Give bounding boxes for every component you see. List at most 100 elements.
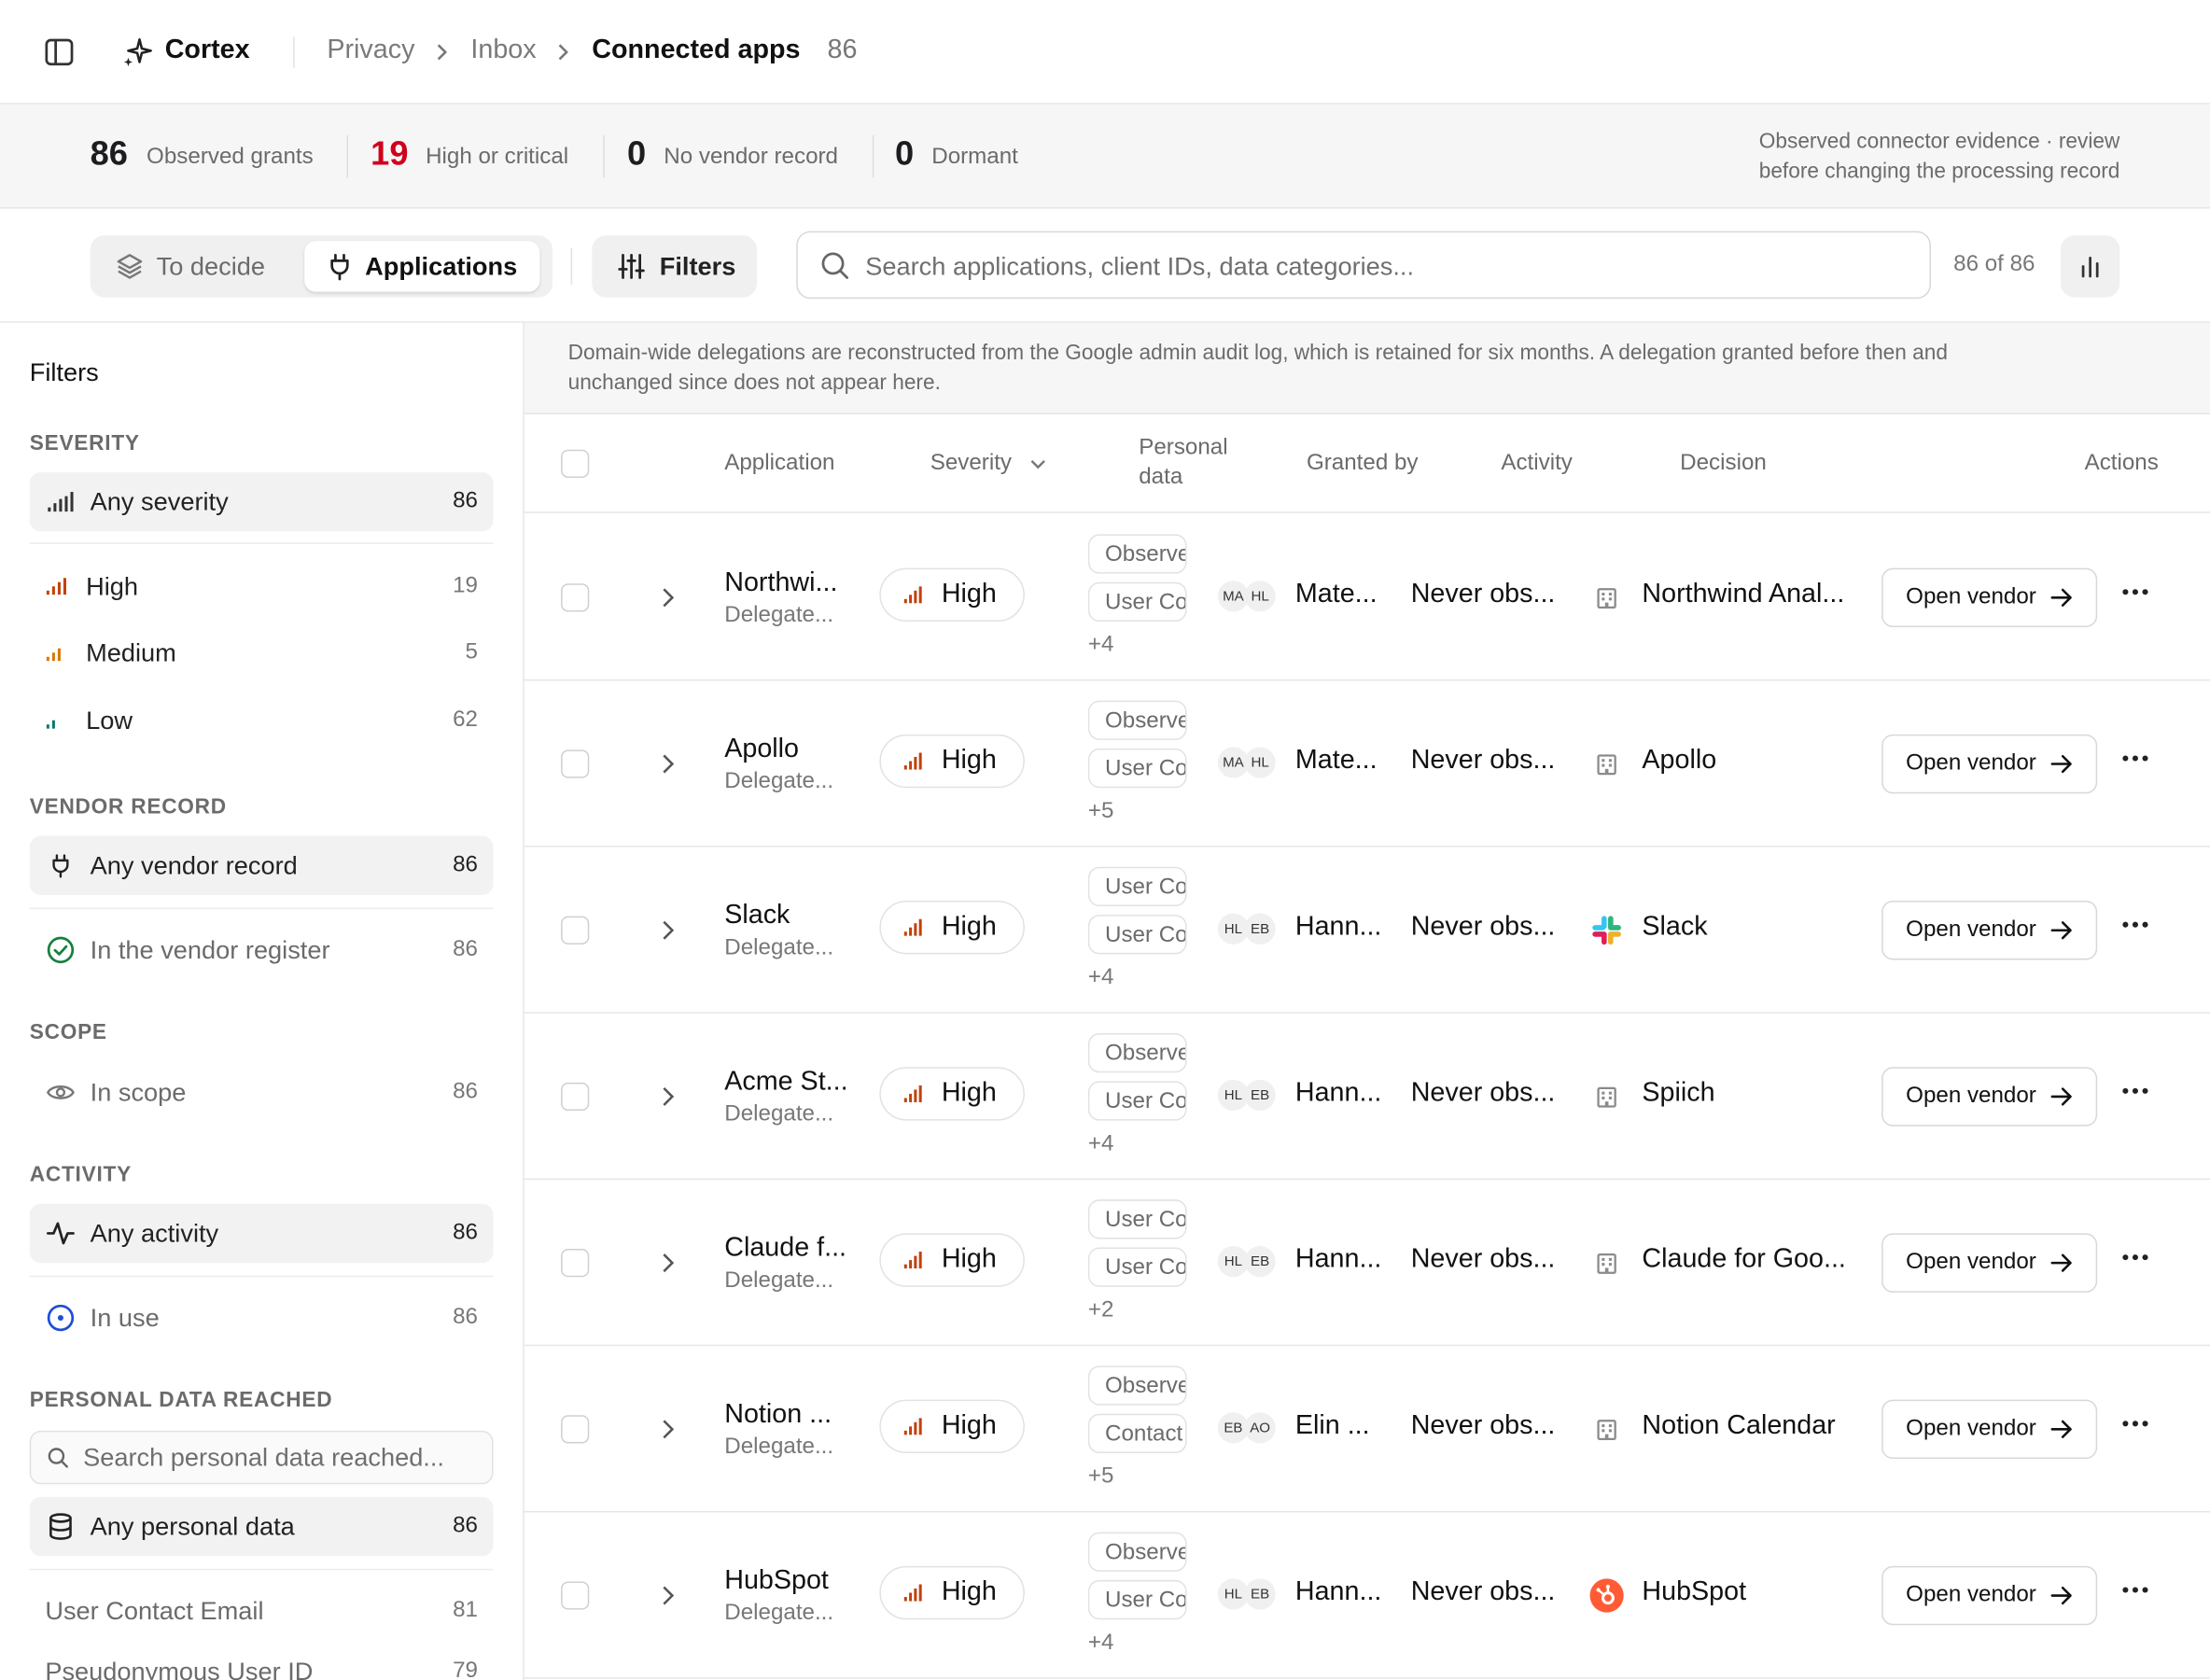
chart-toggle-button[interactable]	[2060, 235, 2120, 298]
table-row[interactable]: Acme St... Delegate... High Observed Use…	[524, 1014, 2210, 1181]
row-checkbox[interactable]	[561, 1249, 590, 1278]
filter-personal-data-item[interactable]: User Contact Email 81	[30, 1581, 494, 1640]
row-checkbox[interactable]	[561, 749, 590, 778]
severity-badge: High	[879, 734, 1025, 789]
personal-data-more[interactable]: +4	[1088, 1132, 1114, 1157]
app-name[interactable]: Claude f...	[724, 1233, 846, 1264]
table-row[interactable]: Northwi... Delegate... High Observed Use…	[524, 514, 2210, 681]
severity-label: High	[941, 912, 997, 942]
table-row[interactable]: Claude f... Delegate... High User Contac…	[524, 1180, 2210, 1347]
open-vendor-button[interactable]: Open vendor	[1881, 1565, 2098, 1626]
app-name[interactable]: Apollo	[724, 735, 799, 765]
table-row[interactable]: Notion ... Delegate... High Observed Con…	[524, 1346, 2210, 1513]
app-name[interactable]: HubSpot	[724, 1566, 829, 1597]
table-row[interactable]: Apollo Delegate... High Observed User Co…	[524, 680, 2210, 847]
filter-severity-medium[interactable]: Medium 5	[30, 623, 494, 682]
app-name[interactable]: Acme St...	[724, 1067, 847, 1098]
personal-data-tag: User Contact	[1087, 1199, 1187, 1239]
more-actions-icon[interactable]	[2121, 754, 2149, 763]
personal-data-more[interactable]: +2	[1088, 1298, 1114, 1323]
app-name[interactable]: Notion ...	[724, 1400, 832, 1431]
decision-vendor[interactable]: HubSpot	[1642, 1577, 1746, 1608]
more-actions-icon[interactable]	[2121, 920, 2149, 929]
open-vendor-button[interactable]: Open vendor	[1881, 1233, 2098, 1293]
stat-dormant-label: Dormant	[931, 145, 1018, 170]
personal-data-more[interactable]: +4	[1088, 965, 1114, 990]
column-severity[interactable]: Severity	[930, 451, 1012, 476]
app-name[interactable]: Slack	[724, 901, 790, 931]
personal-data-more[interactable]: +5	[1088, 1464, 1114, 1490]
decision-vendor[interactable]: Slack	[1642, 912, 1707, 943]
decision-vendor[interactable]: Spiich	[1642, 1078, 1714, 1109]
filter-label: Any activity	[90, 1218, 219, 1247]
decision-vendor[interactable]: Apollo	[1642, 746, 1716, 777]
open-vendor-button[interactable]: Open vendor	[1881, 1399, 2098, 1460]
column-decision[interactable]: Decision	[1680, 451, 1767, 476]
row-checkbox[interactable]	[561, 1415, 590, 1444]
column-application[interactable]: Application	[724, 451, 834, 476]
decision-vendor[interactable]: Notion Calendar	[1642, 1411, 1835, 1442]
expand-chevron-icon[interactable]	[660, 1584, 677, 1606]
button-label: Open vendor	[1906, 584, 2036, 609]
open-vendor-button[interactable]: Open vendor	[1881, 734, 2098, 794]
filter-any-personal-data[interactable]: Any personal data 86	[29, 1496, 494, 1557]
sidebar-toggle-icon[interactable]	[44, 36, 75, 67]
search-input[interactable]: Search applications, client IDs, data ca…	[796, 231, 1931, 300]
app-name[interactable]: Cortex	[165, 35, 250, 66]
more-actions-icon[interactable]	[2121, 1420, 2149, 1428]
expand-chevron-icon[interactable]	[660, 1085, 677, 1108]
tab-applications[interactable]: Applications	[304, 241, 540, 292]
filter-any-vendor[interactable]: Any vendor record 86	[29, 835, 494, 895]
app-grant-type: Delegate...	[724, 1601, 834, 1626]
more-actions-icon[interactable]	[2121, 1253, 2149, 1262]
more-actions-icon[interactable]	[2121, 1086, 2149, 1095]
avatar: AO	[1244, 1412, 1276, 1444]
more-actions-icon[interactable]	[2121, 1586, 2149, 1594]
row-checkbox[interactable]	[561, 1581, 590, 1610]
column-activity[interactable]: Activity	[1501, 451, 1573, 476]
row-checkbox[interactable]	[561, 583, 590, 612]
filter-severity-high[interactable]: High 19	[30, 557, 494, 616]
personal-data-more[interactable]: +4	[1088, 633, 1114, 658]
severity-badge: High	[879, 1399, 1025, 1454]
filter-label: Any severity	[90, 486, 229, 515]
filter-in-use[interactable]: In use 86	[30, 1288, 494, 1347]
open-vendor-button[interactable]: Open vendor	[1881, 901, 2098, 960]
granted-by: Mate...	[1294, 745, 1378, 776]
filters-button[interactable]: Filters	[592, 235, 757, 298]
filter-label: In the vendor register	[90, 935, 330, 964]
open-vendor-button[interactable]: Open vendor	[1881, 1067, 2098, 1127]
expand-chevron-icon[interactable]	[660, 1252, 677, 1274]
personal-data-more[interactable]: +5	[1088, 799, 1114, 824]
filter-in-scope[interactable]: In scope 86	[30, 1063, 494, 1122]
column-granted-by[interactable]: Granted by	[1307, 451, 1419, 476]
filter-severity-low[interactable]: Low 62	[30, 691, 494, 749]
chevron-down-icon[interactable]	[1028, 456, 1047, 470]
row-checkbox[interactable]	[561, 1082, 590, 1112]
tab-to-decide[interactable]: To decide	[93, 241, 288, 291]
filter-in-vendor-register[interactable]: In the vendor register 86	[30, 920, 494, 979]
row-checkbox[interactable]	[561, 916, 590, 945]
breadcrumb-inbox[interactable]: Inbox	[470, 35, 536, 66]
personal-data-more[interactable]: +4	[1088, 1631, 1114, 1656]
personal-data-search-input[interactable]: Search personal data reached...	[29, 1430, 494, 1485]
signal-high-icon	[903, 1418, 923, 1435]
more-actions-icon[interactable]	[2121, 588, 2149, 596]
decision-vendor[interactable]: Claude for Goo...	[1642, 1245, 1846, 1276]
filter-any-severity[interactable]: Any severity 86	[29, 471, 494, 532]
decision-vendor[interactable]: Northwind Anal...	[1642, 580, 1844, 610]
expand-chevron-icon[interactable]	[660, 586, 677, 609]
filter-personal-data-item[interactable]: Pseudonymous User ID 79	[30, 1642, 494, 1680]
select-all-checkbox[interactable]	[561, 449, 590, 478]
table-row[interactable]: Slack Delegate... High User Contact User…	[524, 847, 2210, 1014]
column-personal-data[interactable]: Personal	[1139, 436, 1227, 461]
granted-by: Mate...	[1294, 579, 1378, 609]
expand-chevron-icon[interactable]	[660, 919, 677, 942]
table-row[interactable]: HubSpot Delegate... High Observed User C…	[524, 1512, 2210, 1679]
breadcrumb-privacy[interactable]: Privacy	[327, 35, 414, 66]
open-vendor-button[interactable]: Open vendor	[1881, 567, 2098, 628]
expand-chevron-icon[interactable]	[660, 1418, 677, 1440]
app-name[interactable]: Northwi...	[724, 568, 837, 599]
filter-any-activity[interactable]: Any activity 86	[29, 1203, 494, 1264]
expand-chevron-icon[interactable]	[660, 752, 677, 775]
